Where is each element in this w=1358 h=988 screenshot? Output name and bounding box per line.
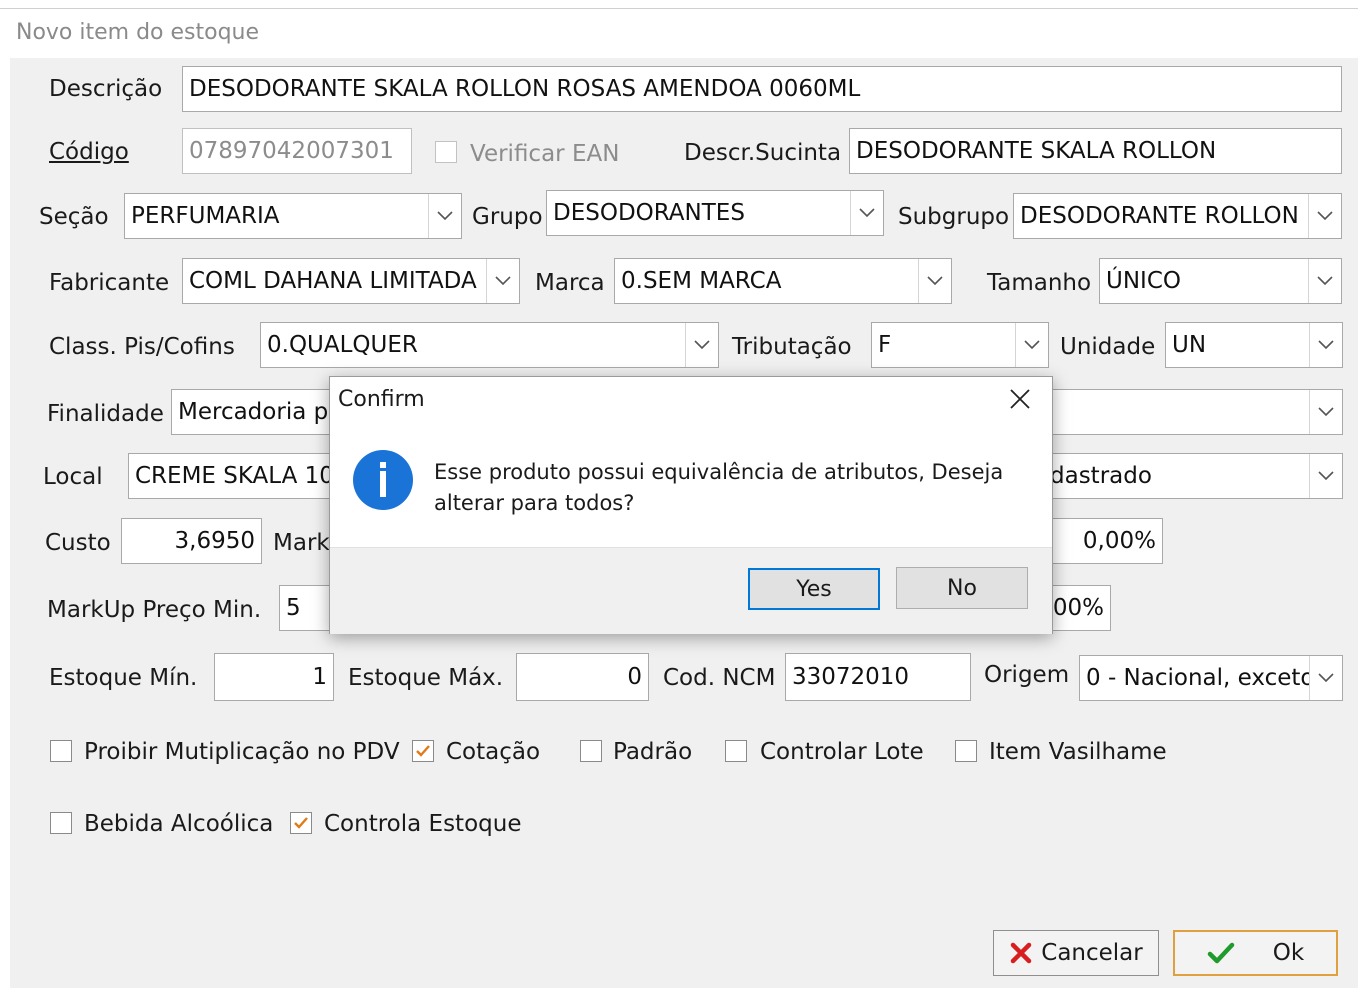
cancel-label: Cancelar	[1041, 940, 1143, 966]
chevron-down-icon[interactable]	[850, 191, 883, 235]
chevron-down-icon[interactable]	[918, 259, 951, 303]
check-icon	[294, 817, 308, 829]
local-right-combo[interactable]: dastrado	[1043, 453, 1343, 499]
descr-sucinta-input[interactable]: DESODORANTE SKALA ROLLON	[849, 128, 1342, 174]
grupo-label: Grupo	[472, 204, 543, 230]
ok-label: Ok	[1272, 940, 1305, 966]
dialog-title: Confirm	[338, 387, 425, 412]
controlar-lote-checkbox[interactable]	[725, 740, 747, 762]
bebida-label: Bebida Alcoólica	[84, 811, 274, 837]
controla-estoque-label: Controla Estoque	[324, 811, 522, 837]
close-icon[interactable]	[1006, 385, 1034, 413]
subgrupo-label: Subgrupo	[898, 204, 1010, 230]
cod-ncm-input[interactable]: 33072010	[785, 653, 971, 701]
controla-estoque-checkbox[interactable]	[290, 812, 312, 834]
verificar-ean-label: Verificar EAN	[470, 141, 620, 167]
local-label: Local	[43, 464, 103, 490]
estoque-max-input[interactable]: 0	[516, 653, 649, 701]
custo-right-input[interactable]: 0,00%	[1043, 518, 1163, 564]
chevron-down-icon[interactable]	[486, 259, 519, 303]
check-icon	[416, 745, 430, 757]
tributacao-label: Tributação	[732, 334, 852, 360]
cod-ncm-label: Cod. NCM	[663, 665, 776, 691]
codigo-label: Código	[49, 139, 129, 165]
cancel-button[interactable]: Cancelar	[993, 930, 1159, 976]
window-title: Novo item do estoque	[16, 20, 260, 45]
markup-label: Mark	[273, 530, 330, 556]
info-icon	[352, 449, 414, 515]
cotacao-checkbox[interactable]	[412, 740, 434, 762]
item-vasilhame-checkbox[interactable]	[955, 740, 977, 762]
tamanho-label: Tamanho	[987, 270, 1092, 296]
subgrupo-combo[interactable]: DESODORANTE ROLLON	[1013, 193, 1342, 239]
codigo-input[interactable]: 07897042007301	[182, 128, 412, 174]
marca-combo[interactable]: 0.SEM MARCA	[614, 258, 952, 304]
secao-combo[interactable]: PERFUMARIA	[124, 193, 462, 239]
class-pis-combo[interactable]: 0.QUALQUER	[260, 322, 719, 368]
tamanho-combo[interactable]: ÚNICO	[1099, 258, 1342, 304]
marca-label: Marca	[535, 270, 605, 296]
finalidade-label: Finalidade	[47, 401, 164, 427]
top-border	[0, 8, 1358, 9]
chevron-down-icon[interactable]	[1309, 323, 1342, 367]
close-icon	[1011, 942, 1032, 964]
markup-min-right-input[interactable]: 00%	[1043, 585, 1111, 631]
estoque-min-label: Estoque Mín.	[49, 665, 198, 691]
estoque-min-input[interactable]: 1	[214, 653, 334, 701]
bebida-checkbox[interactable]	[50, 812, 72, 834]
origem-combo[interactable]: 0 - Nacional, exceto	[1079, 655, 1343, 701]
descr-sucinta-label: Descr.Sucinta	[684, 140, 842, 166]
proibir-label: Proibir Mutiplicação no PDV	[84, 739, 400, 765]
proibir-checkbox[interactable]	[50, 740, 72, 762]
descricao-label: Descrição	[49, 76, 163, 102]
secao-label: Seção	[39, 204, 109, 230]
fabricante-combo[interactable]: COML DAHANA LIMITADA	[182, 258, 520, 304]
grupo-combo[interactable]: DESODORANTES	[546, 190, 884, 236]
chevron-down-icon[interactable]	[685, 323, 718, 367]
dialog-footer: Yes No	[330, 547, 1052, 634]
verificar-ean-checkbox[interactable]	[435, 141, 457, 163]
descricao-input[interactable]: DESODORANTE SKALA ROLLON ROSAS AMENDOA 0…	[182, 66, 1342, 112]
ok-button[interactable]: Ok	[1173, 930, 1338, 976]
chevron-down-icon[interactable]	[1309, 390, 1342, 434]
controlar-lote-label: Controlar Lote	[760, 739, 924, 765]
cotacao-label: Cotação	[446, 739, 541, 765]
chevron-down-icon[interactable]	[1308, 194, 1341, 238]
no-button[interactable]: No	[896, 567, 1028, 609]
chevron-down-icon[interactable]	[1308, 259, 1341, 303]
custo-input[interactable]: 3,6950	[121, 518, 262, 564]
yes-button[interactable]: Yes	[748, 568, 880, 610]
item-vasilhame-label: Item Vasilhame	[989, 739, 1167, 765]
unidade-label: Unidade	[1060, 334, 1156, 360]
unidade-combo[interactable]: UN	[1165, 322, 1343, 368]
estoque-max-label: Estoque Máx.	[348, 665, 504, 691]
check-icon	[1207, 942, 1235, 964]
class-pis-label: Class. Pis/Cofins	[49, 334, 235, 360]
chevron-down-icon[interactable]	[1309, 454, 1342, 498]
origem-label: Origem	[984, 662, 1070, 688]
confirm-dialog: Confirm Esse produto possui equivalência…	[329, 376, 1053, 634]
custo-label: Custo	[45, 530, 111, 556]
local-input[interactable]: CREME SKALA 10	[128, 453, 338, 499]
fabricante-label: Fabricante	[49, 270, 170, 296]
markup-min-label: MarkUp Preço Min.	[47, 597, 262, 623]
dialog-message: Esse produto possui equivalência de atri…	[434, 460, 1004, 515]
chevron-down-icon[interactable]	[1015, 323, 1048, 367]
padrao-checkbox[interactable]	[580, 740, 602, 762]
padrao-label: Padrão	[613, 739, 693, 765]
chevron-down-icon[interactable]	[428, 194, 461, 238]
chevron-down-icon[interactable]	[1309, 656, 1342, 700]
tributacao-combo[interactable]: F	[871, 322, 1049, 368]
